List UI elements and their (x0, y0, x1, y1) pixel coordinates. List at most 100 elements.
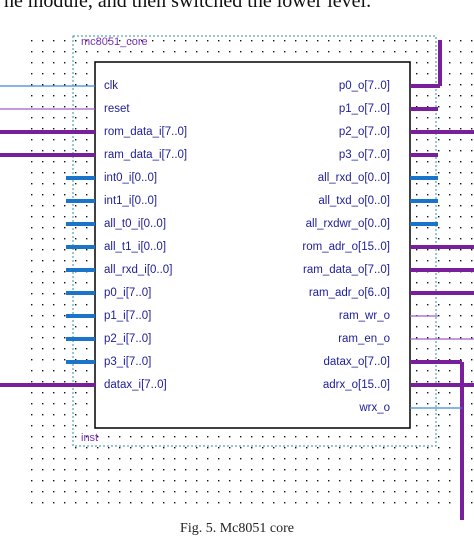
grid-dot (460, 337, 462, 339)
grid-dot (438, 106, 440, 108)
grid-dot (53, 40, 55, 42)
grid-dot (141, 480, 143, 482)
grid-dot (42, 172, 44, 174)
grid-dot (328, 447, 330, 449)
output-pin-adrx[interactable]: adrx_o[15..0] (323, 378, 390, 392)
grid-dot (218, 469, 220, 471)
grid-dot (86, 106, 88, 108)
grid-dot (438, 469, 440, 471)
module-name: mc8051_core (81, 36, 148, 48)
grid-dot (460, 73, 462, 75)
grid-dot (196, 458, 198, 460)
grid-dot (416, 381, 418, 383)
grid-dot (339, 40, 341, 42)
grid-dot (75, 392, 77, 394)
input-pin-int1[interactable]: int1_i[0..0] (104, 194, 157, 208)
grid-dot (449, 337, 451, 339)
input-pin-p2[interactable]: p2_i[7..0] (104, 332, 151, 346)
input-pin-ram-data[interactable]: ram_data_i[7..0] (104, 148, 187, 162)
grid-dot (449, 425, 451, 427)
grid-dot (64, 227, 66, 229)
grid-dot (97, 469, 99, 471)
grid-dot (130, 458, 132, 460)
output-pin-ram-en[interactable]: ram_en_o (338, 332, 390, 346)
output-pin-p2[interactable]: p2_o[7..0] (339, 125, 390, 139)
grid-dot (471, 62, 473, 64)
grid-dot (317, 447, 319, 449)
grid-dot (471, 502, 473, 504)
grid-dot (119, 51, 121, 53)
grid-dot (163, 502, 165, 504)
grid-dot (42, 271, 44, 273)
output-pin-rom-adr[interactable]: rom_adr_o[15..0] (302, 240, 390, 254)
grid-dot (361, 436, 363, 438)
grid-dot (152, 502, 154, 504)
grid-dot (416, 161, 418, 163)
input-pin-clk[interactable]: clk (104, 79, 118, 93)
grid-dot (449, 249, 451, 251)
output-pin-all-rxd[interactable]: all_rxd_o[0..0] (318, 171, 390, 185)
grid-dot (207, 436, 209, 438)
output-pin-ram-wr[interactable]: ram_wr_o (339, 309, 390, 323)
output-pin-datax[interactable]: datax_o[7..0] (324, 355, 391, 369)
grid-dot (53, 315, 55, 317)
output-pin-ram-data[interactable]: ram_data_o[7..0] (303, 263, 390, 277)
grid-dot (42, 40, 44, 42)
grid-dot (416, 469, 418, 471)
grid-dot (405, 40, 407, 42)
grid-dot (460, 249, 462, 251)
grid-dot (86, 183, 88, 185)
grid-dot (306, 480, 308, 482)
grid-dot (240, 491, 242, 493)
output-pin-p1[interactable]: p1_o[7..0] (339, 102, 390, 116)
grid-dot (427, 51, 429, 53)
grid-dot (42, 183, 44, 185)
grid-dot (460, 304, 462, 306)
input-pin-all-rxd[interactable]: all_rxd_i[0..0] (104, 263, 172, 277)
grid-dot (449, 40, 451, 42)
input-pin-all-t1[interactable]: all_t1_i[0..0] (104, 240, 166, 254)
grid-dot (438, 172, 440, 174)
grid-dot (64, 139, 66, 141)
grid-dot (130, 469, 132, 471)
input-pin-rom-data[interactable]: rom_data_i[7..0] (104, 125, 187, 139)
input-pin-int0[interactable]: int0_i[0..0] (104, 171, 157, 185)
grid-dot (460, 315, 462, 317)
grid-dot (240, 40, 242, 42)
grid-dot (31, 491, 33, 493)
output-pin-all-txd[interactable]: all_txd_o[0..0] (318, 194, 390, 208)
grid-dot (449, 205, 451, 207)
grid-dot (53, 194, 55, 196)
grid-dot (427, 502, 429, 504)
output-pin-p3[interactable]: p3_o[7..0] (339, 148, 390, 162)
grid-dot (438, 414, 440, 416)
grid-dot (130, 447, 132, 449)
grid-dot (185, 447, 187, 449)
output-pin-ram-adr[interactable]: ram_adr_o[6..0] (309, 286, 390, 300)
output-pin-p0[interactable]: p0_o[7..0] (339, 79, 390, 93)
output-pin-all-rxdwr[interactable]: all_rxdwr_o[0..0] (306, 217, 390, 231)
grid-dot (416, 403, 418, 405)
grid-dot (86, 458, 88, 460)
grid-dot (42, 216, 44, 218)
grid-dot (416, 51, 418, 53)
input-pin-all-t0[interactable]: all_t0_i[0..0] (104, 217, 166, 231)
output-pin-wrx[interactable]: wrx_o (359, 401, 390, 415)
input-pin-reset[interactable]: reset (104, 102, 130, 116)
input-pin-p1[interactable]: p1_i[7..0] (104, 309, 151, 323)
grid-dot (42, 458, 44, 460)
grid-dot (75, 282, 77, 284)
grid-dot (86, 403, 88, 405)
grid-dot (64, 337, 66, 339)
input-pin-datax[interactable]: datax_i[7..0] (104, 378, 167, 392)
grid-dot (218, 480, 220, 482)
grid-dot (64, 392, 66, 394)
grid-dot (75, 106, 77, 108)
input-pin-p0[interactable]: p0_i[7..0] (104, 286, 151, 300)
grid-dot (31, 84, 33, 86)
grid-dot (75, 469, 77, 471)
grid-dot (438, 117, 440, 119)
input-pin-p3[interactable]: p3_i[7..0] (104, 355, 151, 369)
grid-dot (119, 469, 121, 471)
grid-dot (460, 51, 462, 53)
